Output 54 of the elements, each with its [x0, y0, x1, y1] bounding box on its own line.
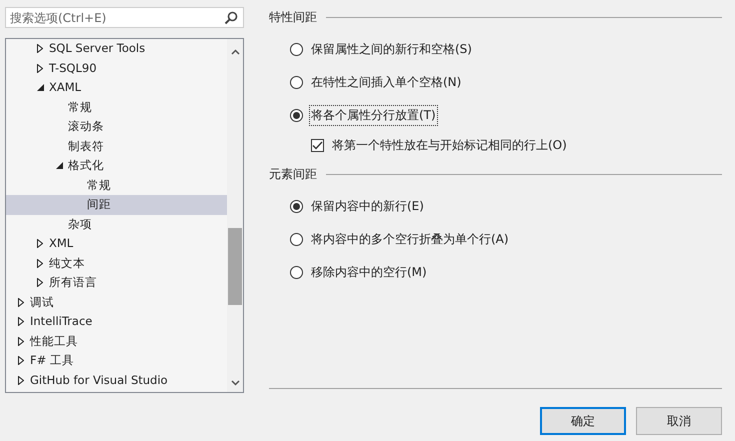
tree-item[interactable]: SQL Server Tools [6, 39, 227, 58]
collapsed-arrow-icon[interactable] [37, 258, 43, 268]
option-label[interactable]: 移除内容中的空行(M) [309, 262, 429, 283]
tree-item[interactable]: F# 工具 [6, 351, 227, 370]
tree-item[interactable]: 制表符 [6, 136, 227, 156]
tree-item[interactable]: 常规 [6, 98, 227, 117]
tree-item[interactable]: 纯文本 [6, 254, 227, 273]
option-label[interactable]: 将第一个特性放在与开始标记相同的行上(O) [330, 134, 569, 156]
tree-item[interactable]: XAML [6, 78, 227, 98]
radio-button[interactable] [290, 200, 303, 213]
collapsed-arrow-icon[interactable] [18, 317, 24, 326]
collapsed-arrow-icon[interactable] [37, 239, 43, 248]
collapsed-arrow-icon[interactable] [37, 44, 43, 54]
radio-button[interactable] [290, 233, 303, 246]
scroll-down-icon[interactable] [230, 380, 240, 386]
tree-item[interactable]: 调试 [6, 292, 227, 312]
collapsed-arrow-icon[interactable] [18, 336, 24, 346]
tree-item[interactable]: 滚动条 [6, 117, 227, 136]
tree-item[interactable]: 所有语言 [6, 273, 227, 292]
tree-item[interactable]: IntelliTrace [6, 312, 227, 332]
scroll-up-icon[interactable] [230, 49, 240, 55]
dialog-button[interactable]: 取消 [636, 407, 722, 435]
radio-button[interactable] [290, 76, 303, 89]
radio-button[interactable] [290, 109, 303, 122]
collapsed-arrow-icon[interactable] [37, 278, 43, 288]
search-field[interactable]: 搜索选项(Ctrl+E) [5, 7, 244, 28]
dialog-button[interactable]: 确定 [540, 407, 626, 435]
expanded-arrow-icon[interactable] [56, 162, 63, 170]
collapsed-arrow-icon[interactable] [18, 376, 24, 385]
collapsed-arrow-icon[interactable] [18, 356, 24, 366]
tree-item[interactable]: 格式化 [6, 156, 227, 176]
option-label[interactable]: 保留内容中的新行(E) [309, 196, 426, 217]
collapsed-arrow-icon[interactable] [18, 298, 24, 307]
tree-item[interactable]: GitHub for Visual Studio [6, 370, 227, 390]
expanded-arrow-icon[interactable] [37, 84, 44, 92]
scrollbar[interactable] [227, 39, 243, 392]
option-label[interactable]: 在特性之间插入单个空格(N) [309, 72, 464, 93]
scroll-thumb[interactable] [228, 228, 242, 305]
collapsed-arrow-icon[interactable] [37, 64, 43, 73]
group-title: 元素间距 [269, 166, 317, 183]
tree-item[interactable]: XML [6, 234, 227, 254]
radio-button[interactable] [290, 266, 303, 279]
tree-item[interactable]: 性能工具 [6, 332, 227, 351]
checkbox[interactable] [311, 138, 324, 152]
group-title: 特性间距 [269, 9, 317, 26]
radio-button[interactable] [290, 43, 303, 56]
option-label[interactable]: 将各个属性分行放置(T) [309, 105, 438, 126]
option-label[interactable]: 保留属性之间的新行和空格(S) [309, 39, 474, 60]
option-label[interactable]: 将内容中的多个空行折叠为单个行(A) [309, 229, 511, 250]
tree-item[interactable]: 杂项 [6, 214, 227, 234]
tree-item[interactable]: 间距 [6, 195, 227, 214]
tree-item[interactable]: 常规 [6, 176, 227, 195]
tree-item[interactable]: T-SQL90 [6, 58, 227, 78]
search-icon[interactable] [224, 11, 238, 25]
